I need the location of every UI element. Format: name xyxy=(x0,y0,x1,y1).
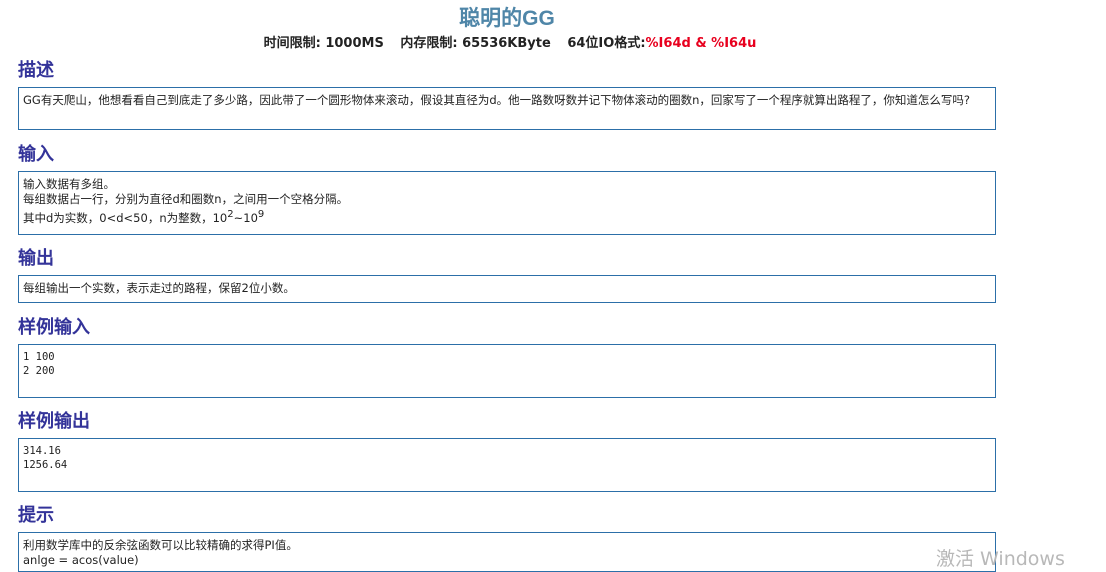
sample-output-line-2: 1256.64 xyxy=(23,459,68,471)
problem-title: 聪明的GG xyxy=(0,2,1014,32)
input-heading: 输入 xyxy=(18,144,54,165)
sample-output-heading: 样例输出 xyxy=(18,411,90,432)
output-heading: 输出 xyxy=(18,248,54,269)
hint-box: 利用数学库中的反余弦函数可以比较精确的求得PI值。 anlge = acos(v… xyxy=(18,532,996,572)
problem-limits: 时间限制: 1000MS 内存限制: 65536KByte 64位IO格式:%I… xyxy=(0,32,1014,51)
sample-input-heading: 样例输入 xyxy=(18,317,90,338)
time-limit: 时间限制: 1000MS xyxy=(263,36,384,51)
input-box: 输入数据有多组。 每组数据占一行，分别为直径d和圈数n，之间用一个空格分隔。 其… xyxy=(18,171,996,235)
description-text: GG有天爬山，他想看看自己到底走了多少路，因此带了一个圆形物体来滚动，假设其直径… xyxy=(23,93,971,107)
io-format-label: 64位IO格式: xyxy=(567,36,646,51)
sample-input-line-1: 1 100 xyxy=(23,351,55,363)
sample-input-box: 1 100 2 200 xyxy=(18,344,996,398)
hint-line-1: 利用数学库中的反余弦函数可以比较精确的求得PI值。 xyxy=(23,538,298,552)
description-heading: 描述 xyxy=(18,60,54,81)
output-text: 每组输出一个实数，表示走过的路程，保留2位小数。 xyxy=(23,281,295,295)
input-range-sep: ~10 xyxy=(233,211,258,225)
sample-input-line-2: 2 200 xyxy=(23,365,55,377)
output-box: 每组输出一个实数，表示走过的路程，保留2位小数。 xyxy=(18,275,996,303)
problem-title-latin: GG xyxy=(522,7,555,30)
input-line-3-text: 其中d为实数，0<d<50，n为整数，10 xyxy=(23,211,228,225)
problem-title-cn: 聪明的 xyxy=(459,6,523,30)
io-format-value: %I64d & %I64u xyxy=(645,36,757,51)
input-line-2: 每组数据占一行，分别为直径d和圈数n，之间用一个空格分隔。 xyxy=(23,192,349,206)
hint-line-2: anlge = acos(value) xyxy=(23,553,139,567)
activate-windows-watermark: 激活 Windows xyxy=(936,548,1065,570)
memory-limit: 内存限制: 65536KByte xyxy=(400,36,551,51)
input-line-1: 输入数据有多组。 xyxy=(23,177,115,191)
sample-output-line-1: 314.16 xyxy=(23,445,61,457)
sample-output-box: 314.16 1256.64 xyxy=(18,438,996,492)
input-line-3: 其中d为实数，0<d<50，n为整数，102~109 xyxy=(23,207,991,226)
input-exponent-2: 9 xyxy=(257,209,265,220)
hint-heading: 提示 xyxy=(18,505,54,526)
description-box: GG有天爬山，他想看看自己到底走了多少路，因此带了一个圆形物体来滚动，假设其直径… xyxy=(18,87,996,130)
